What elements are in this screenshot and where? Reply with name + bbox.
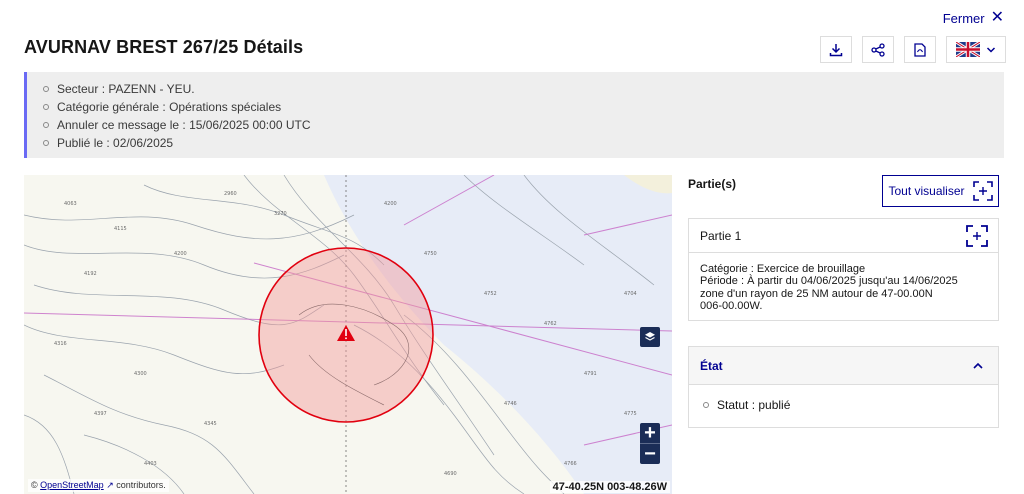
zoom-out-button[interactable]: − — [640, 444, 660, 464]
fullscreen-plus-icon[interactable] — [966, 224, 988, 247]
part-title: Partie 1 — [700, 228, 742, 243]
summary-item-sector: Secteur : PAZENN - YEU. — [43, 80, 988, 98]
pdf-button[interactable] — [904, 36, 936, 63]
fullscreen-plus-icon — [972, 181, 993, 201]
state-title: État — [700, 358, 723, 373]
close-label: Fermer — [942, 10, 985, 26]
nautical-map[interactable]: 4063 4115 4192 4200 4316 4300 4397 4345 4403 4… — [24, 175, 672, 494]
svg-text:4403: 4403 — [144, 461, 157, 467]
view-all-button[interactable]: Tout visualiser — [882, 175, 999, 207]
svg-text:4766: 4766 — [564, 461, 577, 467]
svg-text:4746: 4746 — [504, 401, 517, 407]
parts-label: Partie(s) — [688, 177, 737, 191]
svg-text:4115: 4115 — [114, 226, 127, 232]
share-button[interactable] — [862, 36, 894, 63]
summary-item-published: Publié le : 02/06/2025 — [43, 134, 988, 152]
toolbar — [820, 36, 1006, 63]
uk-flag-icon — [956, 42, 980, 57]
language-selector[interactable] — [946, 36, 1006, 63]
map-attribution: © OpenStreetMap ↗ contributors. — [28, 479, 169, 492]
layers-icon — [645, 332, 655, 341]
svg-text:4300: 4300 — [134, 371, 147, 377]
svg-text:4345: 4345 — [204, 421, 217, 427]
state-accordion-toggle[interactable]: État — [689, 347, 998, 385]
share-icon — [871, 42, 885, 57]
part-details: Catégorie : Exercice de brouillage Pério… — [689, 253, 998, 322]
svg-text:3270: 3270 — [274, 211, 287, 217]
summary-item-category: Catégorie générale : Opérations spéciale… — [43, 98, 988, 116]
part-category: Catégorie : Exercice de brouillage — [700, 263, 866, 275]
external-link-icon: ↗ — [106, 480, 114, 490]
part-zone-cont: 006-00.00W. — [700, 299, 763, 312]
part-header: Partie 1 — [689, 219, 998, 253]
view-all-label: Tout visualiser — [888, 184, 965, 198]
part-period: Période : À partir du 04/06/2025 jusqu'a… — [700, 275, 958, 288]
svg-text:2960: 2960 — [224, 191, 237, 197]
summary-box: Secteur : PAZENN - YEU. Catégorie généra… — [24, 72, 1004, 158]
chevron-down-icon — [986, 46, 996, 53]
svg-text:4704: 4704 — [624, 291, 637, 297]
svg-text:4791: 4791 — [584, 371, 597, 377]
map-chart-background: 4063 4115 4192 4200 4316 4300 4397 4345 4403 4… — [24, 175, 672, 494]
svg-text:4690: 4690 — [444, 471, 457, 477]
download-icon — [829, 43, 843, 56]
chevron-up-icon — [973, 362, 983, 369]
openstreetmap-link[interactable]: OpenStreetMap — [40, 480, 104, 490]
attribution-suffix: contributors. — [116, 480, 166, 490]
state-status: Statut : publié — [689, 385, 998, 425]
svg-text:4200: 4200 — [384, 201, 397, 207]
pdf-icon — [914, 42, 926, 57]
svg-text:4397: 4397 — [94, 411, 107, 417]
part-card: Partie 1 Catégorie : Exercice de brouill… — [688, 218, 999, 321]
svg-text:4063: 4063 — [64, 201, 77, 207]
svg-text:4192: 4192 — [84, 271, 97, 277]
page-title: AVURNAV BREST 267/25 Détails — [24, 37, 304, 57]
svg-text:4316: 4316 — [54, 341, 67, 347]
part-zone: zone d'un rayon de 25 NM autour de 47-00… — [700, 287, 933, 300]
summary-item-cancel-date: Annuler ce message le : 15/06/2025 00:00… — [43, 116, 988, 134]
zoom-in-button[interactable]: + — [640, 423, 660, 443]
close-button[interactable]: Fermer ✕ — [943, 10, 1004, 26]
svg-text:4752: 4752 — [484, 291, 497, 297]
close-icon: ✕ — [990, 9, 1004, 26]
state-accordion: État Statut : publié — [688, 346, 999, 428]
svg-text:4750: 4750 — [424, 251, 437, 257]
cursor-coordinates: 47-40.25N 003-48.26W — [549, 481, 670, 493]
svg-text:4775: 4775 — [624, 411, 637, 417]
map-zoom-controls: + − — [640, 423, 660, 464]
svg-text:4200: 4200 — [174, 251, 187, 257]
download-button[interactable] — [820, 36, 852, 63]
svg-text:4762: 4762 — [544, 321, 557, 327]
map-layers-button[interactable] — [640, 327, 660, 347]
